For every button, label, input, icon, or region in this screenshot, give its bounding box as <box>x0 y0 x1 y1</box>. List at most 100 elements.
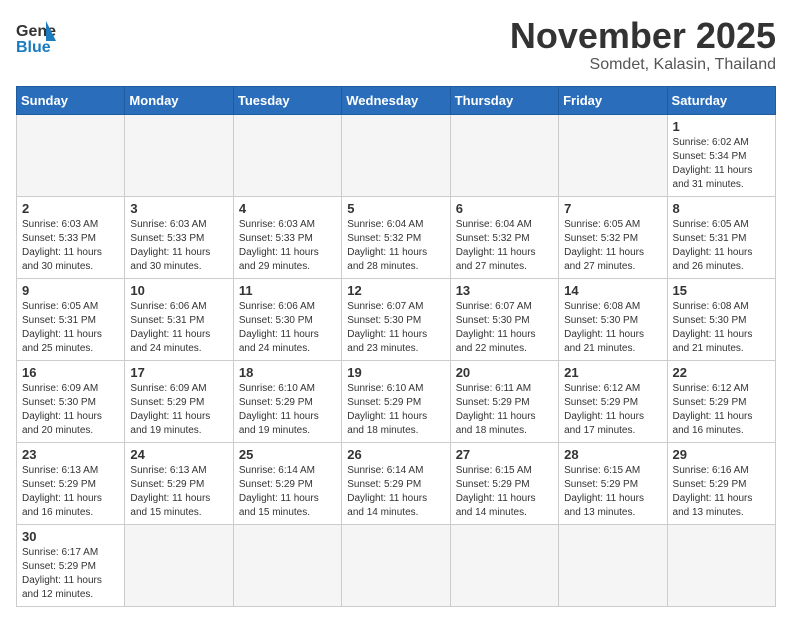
column-header-tuesday: Tuesday <box>233 86 341 114</box>
calendar-cell: 3 Sunrise: 6:03 AMSunset: 5:33 PMDaylight… <box>125 196 233 278</box>
column-header-saturday: Saturday <box>667 86 775 114</box>
day-info: Sunrise: 6:12 AMSunset: 5:29 PMDaylight:… <box>564 382 661 438</box>
calendar-cell: 20Sunrise: 6:11 AMSunset: 5:29 PMDayligh… <box>450 360 558 442</box>
calendar-cell: 19 Sunrise: 6:10 AMSunset: 5:29 PMDayligh… <box>342 360 450 442</box>
day-number: 7 <box>564 201 661 216</box>
day-info: Sunrise: 6:07 AMSunset: 5:30 PMDaylight:… <box>347 300 444 356</box>
column-header-friday: Friday <box>559 86 667 114</box>
day-number: 10 <box>130 283 227 298</box>
calendar-cell: 15Sunrise: 6:08 AMSunset: 5:30 PMDayligh… <box>667 278 775 360</box>
day-number: 28 <box>564 447 661 462</box>
day-number: 8 <box>673 201 770 216</box>
day-info: Sunrise: 6:07 AMSunset: 5:30 PMDaylight:… <box>456 300 553 356</box>
day-number: 1 <box>673 119 770 134</box>
day-number: 30 <box>22 529 119 544</box>
day-number: 23 <box>22 447 119 462</box>
calendar-cell: 7 Sunrise: 6:05 AMSunset: 5:32 PMDaylight… <box>559 196 667 278</box>
day-number: 16 <box>22 365 119 380</box>
calendar-cell <box>342 524 450 606</box>
day-number: 18 <box>239 365 336 380</box>
calendar-cell: 11Sunrise: 6:06 AMSunset: 5:30 PMDayligh… <box>233 278 341 360</box>
calendar-cell: 8 Sunrise: 6:05 AMSunset: 5:31 PMDaylight… <box>667 196 775 278</box>
calendar-cell <box>559 524 667 606</box>
logo: General Blue <box>16 16 56 56</box>
calendar-cell: 10 Sunrise: 6:06 AMSunset: 5:31 PMDayligh… <box>125 278 233 360</box>
location-title: Somdet, Kalasin, Thailand <box>510 56 776 74</box>
calendar-cell: 17Sunrise: 6:09 AMSunset: 5:29 PMDayligh… <box>125 360 233 442</box>
calendar-cell <box>450 114 558 196</box>
page-header: General Blue November 2025 Somdet, Kalas… <box>16 16 776 74</box>
calendar-cell: 30 Sunrise: 6:17 AMSunset: 5:29 PMDayligh… <box>17 524 125 606</box>
day-info: Sunrise: 6:05 AMSunset: 5:32 PMDaylight:… <box>564 218 661 274</box>
day-info: Sunrise: 6:13 AMSunset: 5:29 PMDaylight:… <box>130 464 227 520</box>
day-number: 19 <box>347 365 444 380</box>
day-info: Sunrise: 6:11 AMSunset: 5:29 PMDaylight:… <box>456 382 553 438</box>
day-number: 21 <box>564 365 661 380</box>
calendar-cell <box>667 524 775 606</box>
day-info: Sunrise: 6:08 AMSunset: 5:30 PMDaylight:… <box>564 300 661 356</box>
day-info: Sunrise: 6:14 AMSunset: 5:29 PMDaylight:… <box>347 464 444 520</box>
day-number: 14 <box>564 283 661 298</box>
calendar-cell <box>233 524 341 606</box>
calendar-week-row: 16 Sunrise: 6:09 AMSunset: 5:30 PMDayligh… <box>17 360 776 442</box>
day-info: Sunrise: 6:02 AMSunset: 5:34 PMDaylight:… <box>673 136 770 192</box>
day-info: Sunrise: 6:03 AMSunset: 5:33 PMDaylight:… <box>22 218 119 274</box>
column-header-wednesday: Wednesday <box>342 86 450 114</box>
calendar-cell: 2 Sunrise: 6:03 AMSunset: 5:33 PMDaylight… <box>17 196 125 278</box>
calendar-cell: 23 Sunrise: 6:13 AMSunset: 5:29 PMDayligh… <box>17 442 125 524</box>
day-number: 12 <box>347 283 444 298</box>
calendar-header-row: SundayMondayTuesdayWednesdayThursdayFrid… <box>17 86 776 114</box>
calendar-cell: 24 Sunrise: 6:13 AMSunset: 5:29 PMDayligh… <box>125 442 233 524</box>
day-info: Sunrise: 6:03 AMSunset: 5:33 PMDaylight:… <box>239 218 336 274</box>
day-number: 3 <box>130 201 227 216</box>
day-number: 22 <box>673 365 770 380</box>
calendar-cell: 25Sunrise: 6:14 AMSunset: 5:29 PMDayligh… <box>233 442 341 524</box>
day-info: Sunrise: 6:17 AMSunset: 5:29 PMDaylight:… <box>22 546 119 602</box>
day-number: 9 <box>22 283 119 298</box>
day-info: Sunrise: 6:05 AMSunset: 5:31 PMDaylight:… <box>22 300 119 356</box>
day-info: Sunrise: 6:15 AMSunset: 5:29 PMDaylight:… <box>564 464 661 520</box>
day-number: 17 <box>130 365 227 380</box>
day-number: 24 <box>130 447 227 462</box>
calendar-cell: 13 Sunrise: 6:07 AMSunset: 5:30 PMDayligh… <box>450 278 558 360</box>
day-info: Sunrise: 6:10 AMSunset: 5:29 PMDaylight:… <box>239 382 336 438</box>
day-info: Sunrise: 6:06 AMSunset: 5:31 PMDaylight:… <box>130 300 227 356</box>
calendar-week-row: 30 Sunrise: 6:17 AMSunset: 5:29 PMDayligh… <box>17 524 776 606</box>
day-info: Sunrise: 6:13 AMSunset: 5:29 PMDaylight:… <box>22 464 119 520</box>
day-info: Sunrise: 6:04 AMSunset: 5:32 PMDaylight:… <box>347 218 444 274</box>
calendar-cell: 26Sunrise: 6:14 AMSunset: 5:29 PMDayligh… <box>342 442 450 524</box>
calendar-cell <box>342 114 450 196</box>
column-header-thursday: Thursday <box>450 86 558 114</box>
calendar-cell: 14 Sunrise: 6:08 AMSunset: 5:30 PMDayligh… <box>559 278 667 360</box>
day-info: Sunrise: 6:14 AMSunset: 5:29 PMDaylight:… <box>239 464 336 520</box>
day-number: 27 <box>456 447 553 462</box>
calendar-cell: 21 Sunrise: 6:12 AMSunset: 5:29 PMDayligh… <box>559 360 667 442</box>
calendar-cell <box>125 114 233 196</box>
calendar-cell <box>233 114 341 196</box>
day-info: Sunrise: 6:09 AMSunset: 5:30 PMDaylight:… <box>22 382 119 438</box>
day-info: Sunrise: 6:12 AMSunset: 5:29 PMDaylight:… <box>673 382 770 438</box>
calendar-week-row: 9 Sunrise: 6:05 AMSunset: 5:31 PMDaylight… <box>17 278 776 360</box>
day-info: Sunrise: 6:15 AMSunset: 5:29 PMDaylight:… <box>456 464 553 520</box>
day-number: 13 <box>456 283 553 298</box>
day-number: 11 <box>239 283 336 298</box>
calendar-cell: 27 Sunrise: 6:15 AMSunset: 5:29 PMDayligh… <box>450 442 558 524</box>
calendar-cell: 5Sunrise: 6:04 AMSunset: 5:32 PMDaylight… <box>342 196 450 278</box>
calendar-cell: 28 Sunrise: 6:15 AMSunset: 5:29 PMDayligh… <box>559 442 667 524</box>
calendar-cell: 1 Sunrise: 6:02 AMSunset: 5:34 PMDaylight… <box>667 114 775 196</box>
calendar-week-row: 2 Sunrise: 6:03 AMSunset: 5:33 PMDaylight… <box>17 196 776 278</box>
calendar-week-row: 23 Sunrise: 6:13 AMSunset: 5:29 PMDayligh… <box>17 442 776 524</box>
day-number: 29 <box>673 447 770 462</box>
day-info: Sunrise: 6:05 AMSunset: 5:31 PMDaylight:… <box>673 218 770 274</box>
day-info: Sunrise: 6:03 AMSunset: 5:33 PMDaylight:… <box>130 218 227 274</box>
day-number: 2 <box>22 201 119 216</box>
calendar-cell: 16 Sunrise: 6:09 AMSunset: 5:30 PMDayligh… <box>17 360 125 442</box>
day-info: Sunrise: 6:10 AMSunset: 5:29 PMDaylight:… <box>347 382 444 438</box>
day-info: Sunrise: 6:16 AMSunset: 5:29 PMDaylight:… <box>673 464 770 520</box>
month-title: November 2025 <box>510 16 776 56</box>
calendar-cell: 29 Sunrise: 6:16 AMSunset: 5:29 PMDayligh… <box>667 442 775 524</box>
calendar-table: SundayMondayTuesdayWednesdayThursdayFrid… <box>16 86 776 607</box>
calendar-cell: 18 Sunrise: 6:10 AMSunset: 5:29 PMDayligh… <box>233 360 341 442</box>
calendar-cell <box>17 114 125 196</box>
day-number: 15 <box>673 283 770 298</box>
